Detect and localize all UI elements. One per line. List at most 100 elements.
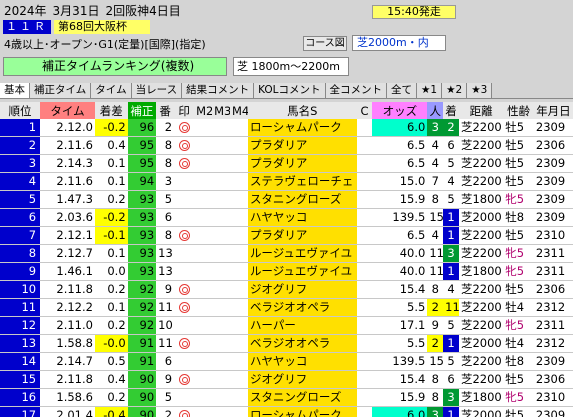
- distance-cell: 芝2200: [458, 298, 504, 317]
- corrected-time-cell: 95: [127, 136, 157, 155]
- c-cell: [356, 280, 373, 299]
- table-row[interactable]: 2 2.11.6 0.4 95 8 プラダリア 6.5 4 6 芝2200 牡5 2306: [0, 136, 573, 155]
- m3-cell: [212, 154, 230, 173]
- column-header[interactable]: オッズ: [372, 102, 428, 119]
- column-header[interactable]: 補正: [127, 102, 157, 119]
- tab-0[interactable]: 基本: [0, 83, 30, 98]
- m2-cell: [194, 316, 213, 335]
- rank-cell: 6: [0, 208, 41, 227]
- corrected-time-cell: 92: [127, 280, 157, 299]
- m2-cell: [194, 226, 213, 245]
- table-row[interactable]: 17 2.01.4 -0.4 90 2 ローシャムパーク 6.0 3 1 芝2000 牡5 2309: [0, 406, 573, 417]
- column-header[interactable]: 距離: [458, 102, 504, 119]
- tab-6[interactable]: 全コメント: [325, 83, 388, 98]
- finish-cell: 4: [443, 280, 459, 299]
- horse-name-cell: プラダリア: [247, 154, 357, 173]
- tab-9[interactable]: ★2: [442, 83, 468, 98]
- date-cell: 2306: [533, 280, 573, 299]
- m3-cell: [212, 406, 230, 417]
- odds-cell: 6.5: [372, 154, 428, 173]
- distance-range-field[interactable]: 芝 1800m〜2200m: [233, 57, 349, 76]
- horse-number-cell: 10: [156, 316, 175, 335]
- corrected-time-cell: 91: [127, 352, 157, 371]
- column-header[interactable]: 年月日: [533, 102, 573, 119]
- tab-1[interactable]: 補正タイム: [30, 83, 92, 98]
- corrected-time-cell: 93: [127, 190, 157, 209]
- ranking-type-button[interactable]: 補正タイムランキング(複数): [3, 57, 227, 76]
- finish-cell: 3: [443, 388, 459, 407]
- corrected-time-cell: 96: [127, 119, 157, 137]
- column-header[interactable]: 性齢: [503, 102, 534, 119]
- finish-cell: 5: [443, 316, 459, 335]
- column-header[interactable]: C: [356, 102, 373, 119]
- table-row[interactable]: 16 1.58.6 0.2 90 5 スタニングローズ 15.9 8 3 芝1800 牝5 2310: [0, 388, 573, 407]
- sex-age-cell: 牡5: [503, 280, 534, 299]
- rank-cell: 10: [0, 280, 41, 299]
- tab-8[interactable]: ★1: [417, 83, 443, 98]
- horse-name-cell: ステラヴェローチェ: [247, 172, 357, 191]
- column-header[interactable]: M4: [230, 102, 248, 119]
- table-row[interactable]: 15 2.11.8 0.4 90 9 ジオグリフ 15.4 8 6 芝2200 牡5 2306: [0, 370, 573, 389]
- time-cell: 2.12.1: [40, 226, 95, 245]
- tab-5[interactable]: KOLコメント: [254, 83, 326, 98]
- table-row[interactable]: 13 1.58.8 -0.0 91 11 ベラジオオペラ 5.5 2 1 芝2000 牡4 2312: [0, 334, 573, 353]
- start-time-badge: 15:40発走: [372, 5, 456, 19]
- column-header[interactable]: 印: [174, 102, 195, 119]
- horse-number-cell: 9: [156, 280, 175, 299]
- tab-2[interactable]: タイム: [91, 83, 132, 98]
- sex-age-cell: 牡5: [503, 226, 534, 245]
- column-header[interactable]: タイム: [40, 102, 95, 119]
- margin-cell: 0.0: [94, 262, 128, 281]
- column-header[interactable]: M3: [212, 102, 230, 119]
- table-row[interactable]: 4 2.11.6 0.1 94 3 ステラヴェローチェ 15.0 7 4 芝2200 牡5 2309: [0, 172, 573, 191]
- horse-name-cell: ルージュエヴァイユ: [247, 262, 357, 281]
- m3-cell: [212, 226, 230, 245]
- margin-cell: -0.1: [94, 226, 128, 245]
- race-number: １１Ｒ: [3, 20, 51, 34]
- tab-10[interactable]: ★3: [467, 83, 493, 98]
- time-cell: 1.46.1: [40, 262, 95, 281]
- tab-3[interactable]: 当レース: [131, 83, 183, 98]
- race-name: 第68回大阪杯: [54, 20, 150, 34]
- column-header[interactable]: 着差: [94, 102, 128, 119]
- table-row[interactable]: 9 1.46.1 0.0 93 13 ルージュエヴァイユ 40.0 11 1 芝1800 牝5 231…: [0, 262, 573, 281]
- sex-age-cell: 牡5: [503, 172, 534, 191]
- column-header[interactable]: 着: [443, 102, 459, 119]
- m2-cell: [194, 352, 213, 371]
- m4-cell: [230, 370, 248, 389]
- table-row[interactable]: 10 2.11.8 0.2 92 9 ジオグリフ 15.4 8 4 芝2200 牡5 2306: [0, 280, 573, 299]
- table-row[interactable]: 14 2.14.7 0.5 91 6 ハヤヤッコ 139.5 15 5 芝2200 牡8 2309: [0, 352, 573, 371]
- margin-cell: -0.2: [94, 208, 128, 227]
- column-header[interactable]: 馬名S: [247, 102, 357, 119]
- finish-cell: 1: [443, 262, 459, 281]
- c-cell: [356, 298, 373, 317]
- horse-number-cell: 11: [156, 334, 175, 353]
- column-header[interactable]: M2: [194, 102, 213, 119]
- table-row[interactable]: 5 1.47.3 0.2 93 5 スタニングローズ 15.9 8 5 芝1800 牝5 2309: [0, 190, 573, 209]
- table-row[interactable]: 7 2.12.1 -0.1 93 8 プラダリア 6.5 4 1 芝2200 牡5 2310: [0, 226, 573, 245]
- distance-cell: 芝2200: [458, 370, 504, 389]
- column-header[interactable]: 番: [156, 102, 175, 119]
- column-header[interactable]: 順位: [0, 102, 41, 119]
- column-header[interactable]: 人: [427, 102, 444, 119]
- table-row[interactable]: 8 2.12.7 0.1 93 13 ルージュエヴァイユ 40.0 11 3 芝2200 牝5 231…: [0, 244, 573, 263]
- table-row[interactable]: 11 2.12.2 0.1 92 11 ベラジオオペラ 5.5 2 11 芝2200 牡4 2312: [0, 298, 573, 317]
- margin-cell: 0.2: [94, 280, 128, 299]
- m2-cell: [194, 298, 213, 317]
- tab-7[interactable]: 全て: [387, 83, 418, 98]
- horse-number-cell: 2: [156, 406, 175, 417]
- sex-age-cell: 牡5: [503, 370, 534, 389]
- mark-cell: [174, 226, 195, 245]
- distance-cell: 芝2200: [458, 119, 504, 137]
- corrected-time-cell: 93: [127, 226, 157, 245]
- margin-cell: 0.1: [94, 298, 128, 317]
- table-row[interactable]: 6 2.03.6 -0.2 93 6 ハヤヤッコ 139.5 15 1 芝2000 牡8 2309: [0, 208, 573, 227]
- table-row[interactable]: 1 2.12.0 -0.2 96 2 ローシャムパーク 6.0 3 2 芝2200 牡5 2309: [0, 119, 573, 137]
- course-map-button[interactable]: コース図: [303, 36, 347, 51]
- corrected-time-cell: 91: [127, 334, 157, 353]
- table-row[interactable]: 3 2.14.3 0.1 95 8 プラダリア 6.5 4 5 芝2200 牡5 2309: [0, 154, 573, 173]
- date-cell: 2306: [533, 136, 573, 155]
- tab-4[interactable]: 結果コメント: [182, 83, 255, 98]
- table-row[interactable]: 12 2.11.0 0.2 92 10 ハーパー 17.1 9 5 芝2200 牝5 2311: [0, 316, 573, 335]
- m3-cell: [212, 352, 230, 371]
